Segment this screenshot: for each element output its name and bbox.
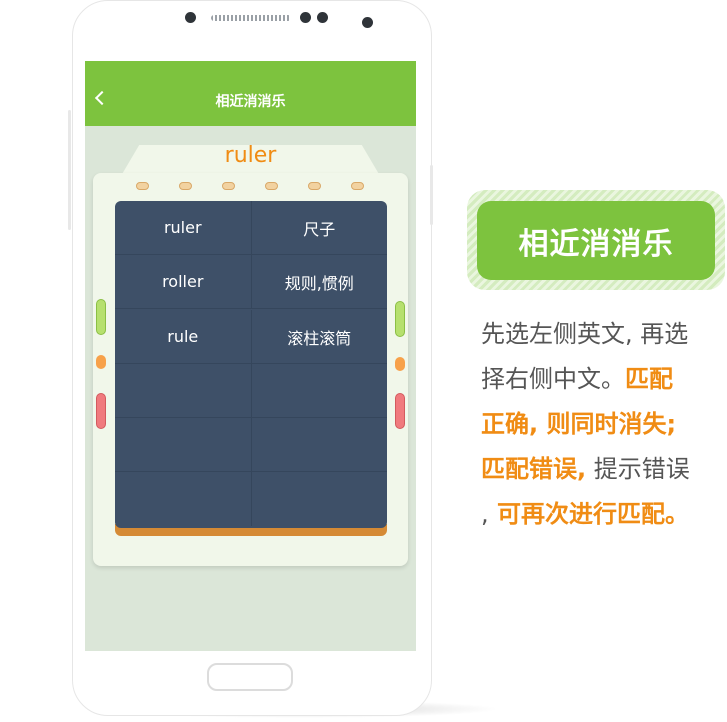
english-word-cell[interactable]: rule [115,310,252,363]
english-word-cell[interactable] [115,364,252,417]
feature-description: 先选左侧英文, 再选 择右侧中文。匹配 正确, 则同时消失; 匹配错误, 提示错… [481,312,727,537]
chinese-word-cell[interactable] [252,418,388,471]
table-row: roller 规则,惯例 [115,255,387,309]
chinese-word-cell[interactable] [252,472,388,526]
rivet-icon [351,182,364,190]
desc-highlight: 可再次进行匹配。 [488,500,689,528]
phone-side-button-right [430,165,433,225]
desc-highlight: 正确, 则同时消失; [481,410,677,438]
side-tab-orange [395,357,405,371]
chinese-word-cell[interactable] [252,364,388,417]
home-button[interactable] [207,663,293,691]
table-row [115,472,387,526]
phone-side-button-left [68,110,71,230]
side-tab-red [395,393,405,429]
speaker-grille [211,15,291,21]
phone-screen: 相近消消乐 ruler ruler 尺子 roller 规则,惯例 rule 滚… [85,61,416,651]
desc-text: 择右侧中文。 [481,365,625,393]
english-word-cell[interactable]: roller [115,255,252,308]
rivet-icon [308,182,321,190]
rivet-icon [265,182,278,190]
english-word-cell[interactable] [115,418,252,471]
desc-text: 先选左侧英文, 再选 [481,320,689,348]
table-row [115,418,387,472]
side-tab-orange [96,355,106,369]
english-word-cell[interactable] [115,472,252,526]
table-row [115,364,387,418]
app-title: 相近消消乐 [215,94,286,110]
table-row: rule 滚柱滚筒 [115,310,387,364]
proximity-sensor-icon [362,17,373,28]
english-word-cell[interactable]: ruler [115,201,252,254]
side-tab-red [96,393,106,429]
desc-highlight: 匹配 [625,365,673,393]
feature-badge: 相近消消乐 [477,201,715,280]
rivet-icon [136,182,149,190]
table-row: ruler 尺子 [115,201,387,255]
chinese-word-cell[interactable]: 滚柱滚筒 [252,310,388,363]
desc-text: 提示错误 [586,455,690,483]
rivet-icon [222,182,235,190]
match-board: ruler 尺子 roller 规则,惯例 rule 滚柱滚筒 [115,201,387,528]
sensor-dot-icon [317,12,328,23]
chinese-word-cell[interactable]: 规则,惯例 [252,255,388,308]
front-camera-icon [185,12,196,23]
app-bar: 相近消消乐 [85,61,416,126]
side-tab-green [395,301,405,337]
sensor-dot-icon [300,12,311,23]
desc-text: , [481,500,489,528]
rivet-icon [179,182,192,190]
chinese-word-cell[interactable]: 尺子 [252,201,388,254]
desc-highlight: 匹配错误, [481,455,587,483]
side-tab-green [96,299,106,335]
current-word: ruler [224,143,277,168]
